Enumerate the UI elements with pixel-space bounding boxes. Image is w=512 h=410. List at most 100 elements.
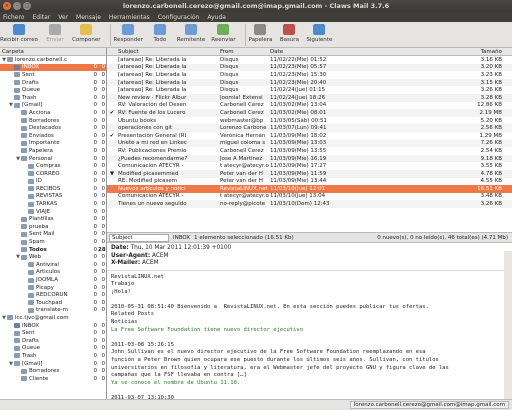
account-status[interactable]: lorenzo.carbonell.cerezo@gmail.com@imap.… [349, 401, 509, 409]
folder-item[interactable]: Picapy 0 0 [0, 284, 106, 292]
folder-item[interactable]: Compras 0 0 [0, 162, 106, 170]
folder-item[interactable]: Sent Mail 0 0 [0, 231, 106, 239]
message-row[interactable]: Únete a mi red en Linkec miguel coloma s 1… [107, 139, 512, 148]
folder-item[interactable]: ▼ lorenzo.carbonell.c [0, 56, 106, 64]
message-row[interactable]: Comunicacion ATECYR - t atecyr@atecyr.o 11… [107, 162, 512, 170]
body-line: RevistaLINUX.net [111, 273, 164, 280]
folder-item[interactable]: Destacados 0 0 [0, 124, 106, 132]
folder-item[interactable]: Trash 0 0 [0, 352, 106, 360]
folder-item[interactable]: RECIBOS 0 0 [0, 185, 106, 193]
total-count: 0 [101, 147, 106, 154]
folder-item[interactable]: Touchpad 0 0 [0, 299, 106, 307]
folder-item[interactable]: Queue 0 0 [0, 345, 106, 353]
folder-item[interactable]: Enviados 0 0 [0, 132, 106, 140]
reenviar-button[interactable]: Reenviar [211, 24, 236, 43]
message-row[interactable]: [atareao] Re: Liberada la Disqus 11/02/22(… [107, 56, 512, 64]
message-row[interactable]: [atareao] Re: Liberada la Disqus 11/02/23(… [107, 78, 512, 87]
responder-button[interactable]: Responder [114, 24, 143, 43]
quick-search-select[interactable]: Subject [109, 233, 169, 242]
menu-configuracin[interactable]: Configuración [158, 14, 200, 21]
folder-item[interactable]: Plantillas 0 0 [0, 215, 106, 223]
folder-item[interactable]: Sent 0 0 [0, 71, 106, 79]
folder-item[interactable]: Acciona 0 0 [0, 109, 106, 117]
message-row[interactable]: Ubuntu books webmaster@bp 11/03/05(Sáb) 00… [107, 117, 512, 125]
message-row[interactable]: ▼ Modified picasemmed Peter van der H 11/03… [107, 169, 512, 178]
folder-item[interactable]: ID 0 0 [0, 178, 106, 186]
recibir-correo-button[interactable]: Recibir correo [0, 24, 38, 43]
basura-button[interactable]: Basura [278, 24, 300, 43]
folder-tree-header[interactable]: Carpeta [0, 48, 106, 56]
date-column-header[interactable]: Date [270, 49, 377, 55]
folder-icon [21, 247, 27, 253]
folder-item[interactable]: Trash 0 0 [0, 94, 106, 102]
folder-item[interactable]: REDCORUN 0 0 [0, 291, 106, 299]
folder-item[interactable]: Antiviral 0 0 [0, 261, 106, 269]
message-row[interactable]: Nuevos artículos y notici RevistaLINUX.ne… [107, 185, 512, 193]
message-row[interactable]: Comunicacion ATECYR - t atecyr@atecyr.o 11… [107, 193, 512, 201]
folder-tree[interactable]: Carpeta ▼ lorenzo.carbonell.c INBOX 0 0 Sent 0… [0, 48, 107, 399]
enviar-button[interactable]: Enviar [44, 24, 66, 43]
folder-item[interactable]: Borradores 0 0 [0, 117, 106, 125]
size-column-header[interactable]: Tamaño [377, 49, 512, 55]
status-cell[interactable]: ✔ [107, 133, 117, 139]
subject-column-header[interactable]: Subject [117, 49, 220, 55]
status-cell[interactable]: ✔ [107, 110, 117, 116]
folder-item[interactable]: Articulos 0 0 [0, 269, 106, 277]
message-list[interactable]: Subject From Date Tamaño [atareao] Re: L… [107, 48, 512, 232]
message-row[interactable]: RV: Publicaciones Premio Carbonell Cerez 1… [107, 147, 512, 155]
folder-item[interactable]: ▼ [Gmail] 0 0 [0, 102, 106, 110]
folder-item[interactable]: Cliente 0 0 [0, 375, 106, 383]
menu-editar[interactable]: Editar [32, 14, 50, 21]
folder-item[interactable]: ▼ lcc.tjvc@gmail.com [0, 314, 106, 322]
menu-fichero[interactable]: Fichero [3, 14, 24, 21]
message-row[interactable]: [atareao] Re: Liberada la Disqus 11/02/24(… [107, 86, 512, 94]
folder-item[interactable]: prueba 0 0 [0, 223, 106, 231]
folder-item[interactable]: Queue 0 0 [0, 86, 106, 94]
folder-item[interactable]: translate-m 0 0 [0, 307, 106, 315]
unread-count: 0 [93, 102, 98, 109]
message-row[interactable]: ✔ Presentación General (RI Verónica Hernán… [107, 132, 512, 140]
folder-item[interactable]: Papelera 0 0 [0, 147, 106, 155]
message-row[interactable]: New review - Flickr Albur Joomla! Extensi… [107, 93, 512, 102]
siguiente-button[interactable]: Siguiente [306, 24, 332, 43]
componer-button[interactable]: Componer [72, 24, 101, 43]
message-row[interactable]: [atareao] Re: Liberada la Disqus 11/02/23(… [107, 63, 512, 72]
folder-item[interactable]: Sent 0 0 [0, 329, 106, 337]
folder-icon [14, 338, 20, 344]
folder-item[interactable]: Drafts 0 0 [0, 79, 106, 87]
menu-ayuda[interactable]: Ayuda [207, 14, 226, 21]
folder-item[interactable]: Todos 0283 [0, 246, 106, 254]
message-row[interactable]: RE: Modified picasem Peter van der H 11/03… [107, 178, 512, 186]
message-row[interactable]: ¿Puedes recomendarme? Jose A Martinez 11/0… [107, 154, 512, 163]
todo-button[interactable]: Todo [149, 24, 171, 43]
from-column-header[interactable]: From [220, 49, 270, 55]
remitente-button[interactable]: Remitente [177, 24, 205, 43]
message-scrollbar[interactable] [504, 251, 512, 399]
message-view[interactable]: Date: Thu, 10 Mar 2011 12:01:39 +0100 Use… [107, 243, 512, 399]
folder-item[interactable]: INBOX 0 0 [0, 63, 106, 72]
message-row[interactable]: [atareao] Re: Liberada la Disqus 11/02/23(… [107, 71, 512, 79]
menu-mensaje[interactable]: Mensaje [76, 14, 101, 21]
message-row[interactable]: RV: Valoración del Desen Carbonell Cerez 1… [107, 102, 512, 110]
folder-item[interactable]: Spam 0 0 [0, 238, 106, 246]
message-row[interactable]: Tienes un nuevo seguido no-reply@picote 11… [107, 200, 512, 208]
menu-ver[interactable]: Ver [58, 14, 68, 21]
folder-item[interactable]: ▼ Personal 0 0 [0, 155, 106, 163]
message-row[interactable]: ✔ RV: Fuente de los Lucero Carbonell Cerez… [107, 109, 512, 117]
message-row[interactable]: operaciones con git Lorenzo Carbone 11/03/… [107, 124, 512, 132]
folder-item[interactable]: ▼ Web 0 0 [0, 253, 106, 261]
folder-item[interactable]: VIAJE 0 0 [0, 208, 106, 216]
folder-item[interactable]: TARKAS 0 0 [0, 200, 106, 208]
folder-item[interactable]: INBOX 0 0 [0, 322, 106, 330]
folder-item[interactable]: ▼ [Gmail] 0 0 [0, 360, 106, 368]
status-cell[interactable]: ▼ [107, 171, 117, 177]
folder-item[interactable]: Importante 0 0 [0, 140, 106, 148]
folder-item[interactable]: Drafts 0 0 [0, 337, 106, 345]
folder-item[interactable]: REVISTAS 0 0 [0, 193, 106, 201]
papelera-button[interactable]: Papelera [249, 24, 272, 43]
menu-herramientas[interactable]: Herramientas [109, 14, 150, 21]
folder-item[interactable]: CORREO 0 0 [0, 170, 106, 178]
message-body[interactable]: RevistaLINUX.net Trabajo ¡Hola! 2010-05-31… [107, 271, 512, 400]
folder-item[interactable]: JOOMLA 0 0 [0, 276, 106, 284]
folder-item[interactable]: Borradores 0 0 [0, 367, 106, 375]
